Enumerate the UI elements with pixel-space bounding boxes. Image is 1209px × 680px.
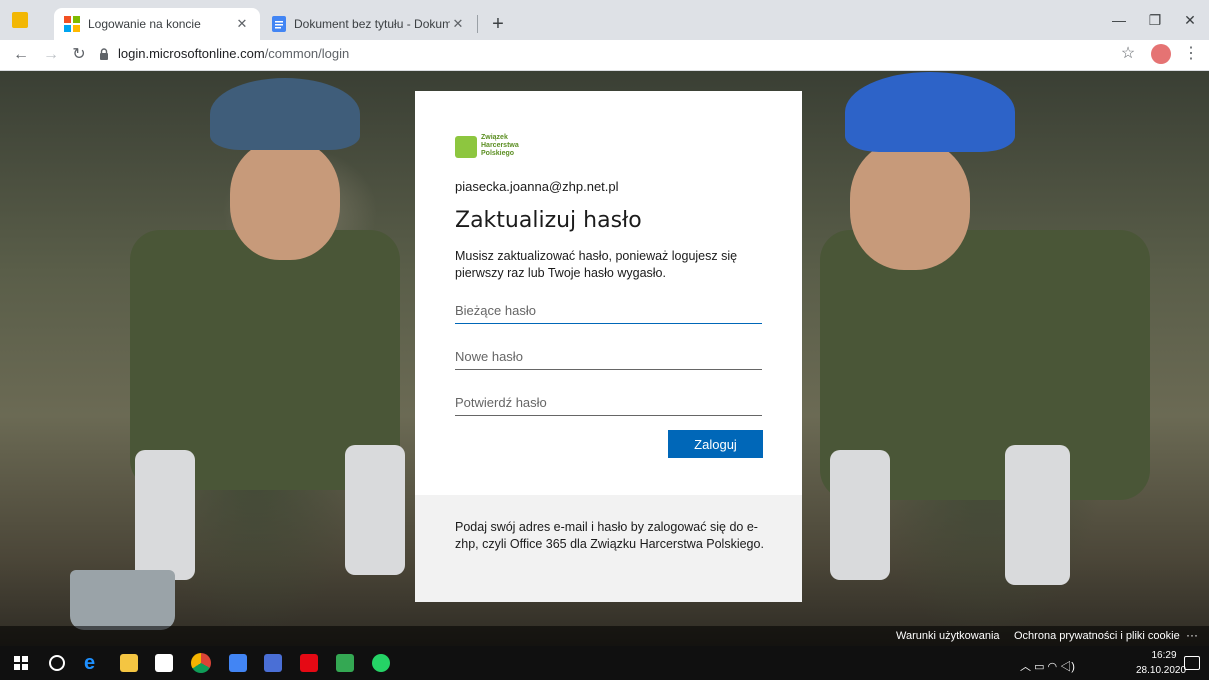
netflix-icon[interactable]	[300, 654, 318, 672]
more-options-icon[interactable]: ···	[1186, 628, 1198, 642]
search-circle-icon[interactable]	[49, 655, 65, 671]
restore-icon[interactable]: ❐	[1140, 8, 1170, 32]
update-password-card: Związek Harcerstwa Polskiego piasecka.jo…	[415, 91, 802, 602]
scout-right-face	[850, 140, 970, 270]
chevron-up-icon[interactable]: ︿	[1020, 661, 1031, 673]
metal-bucket	[70, 570, 175, 630]
page-title: Zaktualizuj hasło	[455, 208, 642, 233]
microsoft-logo-icon	[64, 16, 80, 32]
save-disk-icon[interactable]	[264, 654, 282, 672]
back-arrow-icon[interactable]: ←	[10, 45, 32, 65]
google-docs-icon	[272, 16, 286, 32]
zhp-emblem-icon	[455, 136, 477, 158]
sock	[345, 445, 405, 575]
footer-info-text: Podaj swój adres e-mail i hasło by zalog…	[455, 520, 764, 551]
sock	[135, 450, 195, 580]
tab-separator	[477, 15, 478, 33]
sock	[1005, 445, 1070, 585]
edge-icon[interactable]: e	[84, 653, 102, 673]
new-tab-button[interactable]: +	[484, 10, 512, 38]
file-explorer-icon[interactable]	[120, 654, 138, 672]
sock	[830, 450, 890, 580]
clock-date[interactable]: 28.10.2020	[1136, 665, 1186, 676]
terms-of-use-link[interactable]: Warunki użytkowania	[896, 630, 1000, 642]
current-password-field[interactable]	[455, 297, 762, 324]
system-tray[interactable]: ︿ ▭ ◠ ◁)	[1020, 658, 1075, 674]
profile-avatar[interactable]	[1151, 44, 1171, 64]
menu-kebab-icon[interactable]: ⋮	[1180, 44, 1202, 64]
confirm-password-field[interactable]	[455, 389, 762, 416]
account-email: piasecka.joanna@zhp.net.pl	[455, 179, 619, 194]
zhp-logo-text: Związek Harcerstwa Polskiego	[481, 134, 519, 157]
tab-title: Logowanie na koncie	[88, 17, 201, 31]
reload-icon[interactable]: ↻	[68, 45, 90, 65]
close-icon[interactable]: ✕	[450, 16, 466, 32]
sheets-icon[interactable]	[336, 654, 354, 672]
url-host: login.microsoftonline.com	[118, 46, 265, 61]
scout-left-cap	[210, 78, 360, 150]
close-icon[interactable]: ✕	[234, 16, 250, 32]
battery-icon[interactable]: ▭	[1034, 661, 1044, 673]
volume-icon[interactable]: ◁)	[1060, 661, 1075, 673]
mail-icon[interactable]	[155, 654, 173, 672]
scout-right-cap	[845, 72, 1015, 152]
tab-title: Dokument bez tytułu - Dokumen	[294, 17, 450, 31]
zhp-logo: Związek Harcerstwa Polskiego	[455, 134, 529, 158]
url-path: /common/login	[264, 46, 350, 61]
windows-start-icon[interactable]	[14, 656, 28, 670]
forward-arrow-icon[interactable]: →	[40, 45, 62, 65]
window-close-icon[interactable]: ✕	[1175, 8, 1205, 32]
address-bar[interactable]: login.microsoftonline.com/common/login	[118, 46, 349, 61]
clock-time[interactable]: 16:29	[1147, 650, 1181, 661]
scout-left-face	[230, 140, 340, 260]
notification-icon[interactable]	[1184, 656, 1200, 670]
bookmark-star-icon[interactable]: ☆	[1117, 44, 1139, 64]
chrome-icon[interactable]	[191, 653, 211, 673]
description-text: Musisz zaktualizować hasło, ponieważ log…	[455, 249, 738, 280]
app-icon[interactable]	[12, 12, 28, 28]
wifi-icon[interactable]: ◠	[1048, 661, 1058, 673]
tab-logowanie[interactable]: Logowanie na koncie ✕	[54, 8, 260, 40]
whatsapp-icon[interactable]	[372, 654, 390, 672]
card-footer: Podaj swój adres e-mail i hasło by zalog…	[415, 495, 802, 602]
docs-icon[interactable]	[229, 654, 247, 672]
privacy-cookies-link[interactable]: Ochrona prywatności i pliki cookie	[1014, 630, 1180, 642]
new-password-field[interactable]	[455, 343, 762, 370]
minimize-icon[interactable]: —	[1104, 8, 1134, 32]
lock-icon	[100, 48, 108, 60]
tab-dokument[interactable]: Dokument bez tytułu - Dokumen ✕	[262, 8, 476, 40]
sign-in-button[interactable]: Zaloguj	[668, 430, 763, 458]
